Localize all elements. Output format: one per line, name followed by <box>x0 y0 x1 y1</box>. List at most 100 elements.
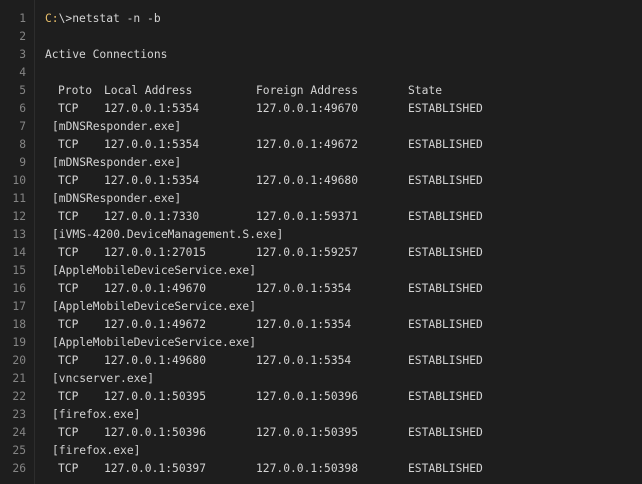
connection-row[interactable]: 8 TCP 127.0.0.1:5354 127.0.0.1:49672 ESTABLI… <box>0 136 642 154</box>
line-number: 26 <box>12 462 26 475</box>
code-line[interactable]: 3 Active Connections <box>0 46 642 64</box>
process-name: [firefox.exe] <box>52 408 141 421</box>
process-name: [vncserver.exe] <box>52 372 155 385</box>
line-number: 19 <box>12 336 26 349</box>
process-name: [mDNSResponder.exe] <box>52 120 182 133</box>
code-editor[interactable]: 1 C:\>netstat -n -b 2 3 Active Connections 4 5… <box>0 0 642 484</box>
connection-row[interactable]: 24 TCP 127.0.0.1:50396 127.0.0.1:50395 ESTAB… <box>0 424 642 442</box>
connection-row[interactable]: 26 TCP 127.0.0.1:50397 127.0.0.1:50398 ESTAB… <box>0 460 642 478</box>
process-row[interactable]: 13 [iVMS-4200.DeviceManagement.S.exe] <box>0 226 642 244</box>
column-header-local: Local Address <box>104 84 193 97</box>
column-header-state: State <box>408 84 443 97</box>
line-number: 15 <box>12 264 26 277</box>
process-row[interactable]: 11 [mDNSResponder.exe] <box>0 190 642 208</box>
line-number: 2 <box>19 30 26 43</box>
line-number: 12 <box>12 210 26 223</box>
line-number: 23 <box>12 408 26 421</box>
command-drive: C: <box>45 12 59 25</box>
connection-state: ESTABLISHED <box>408 210 483 223</box>
process-name: [mDNSResponder.exe] <box>52 192 182 205</box>
connection-local-address: 127.0.0.1:27015 <box>104 246 207 259</box>
connection-foreign-address: 127.0.0.1:49670 <box>256 102 359 115</box>
process-name: [AppleMobileDeviceService.exe] <box>52 300 257 313</box>
connection-state: ESTABLISHED <box>408 390 483 403</box>
line-number: 22 <box>12 390 26 403</box>
connection-proto: TCP <box>58 462 79 475</box>
command-rest: \>netstat -n -b <box>58 12 161 25</box>
code-line[interactable]: 5 Proto Local Address Foreign Address State <box>0 82 642 100</box>
connection-foreign-address: 127.0.0.1:5354 <box>256 354 352 367</box>
connection-proto: TCP <box>58 426 79 439</box>
connection-state: ESTABLISHED <box>408 318 483 331</box>
line-number: 10 <box>12 174 26 187</box>
connection-foreign-address: 127.0.0.1:5354 <box>256 282 352 295</box>
connection-local-address: 127.0.0.1:49672 <box>104 318 207 331</box>
line-number: 25 <box>12 444 26 457</box>
connection-foreign-address: 127.0.0.1:50396 <box>256 390 359 403</box>
connection-row[interactable]: 18 TCP 127.0.0.1:49672 127.0.0.1:5354 ESTABL… <box>0 316 642 334</box>
line-number: 3 <box>19 48 26 61</box>
process-row[interactable]: 17 [AppleMobileDeviceService.exe] <box>0 298 642 316</box>
connection-row[interactable]: 20 TCP 127.0.0.1:49680 127.0.0.1:5354 ESTABL… <box>0 352 642 370</box>
process-row[interactable]: 23 [firefox.exe] <box>0 406 642 424</box>
connection-proto: TCP <box>58 210 79 223</box>
connection-foreign-address: 127.0.0.1:49680 <box>256 174 359 187</box>
connection-foreign-address: 127.0.0.1:50398 <box>256 462 359 475</box>
connection-row[interactable]: 10 TCP 127.0.0.1:5354 127.0.0.1:49680 ESTABL… <box>0 172 642 190</box>
connection-state: ESTABLISHED <box>408 354 483 367</box>
connection-foreign-address: 127.0.0.1:59371 <box>256 210 359 223</box>
connection-local-address: 127.0.0.1:49680 <box>104 354 207 367</box>
connection-local-address: 127.0.0.1:50395 <box>104 390 207 403</box>
connection-proto: TCP <box>58 102 79 115</box>
connection-local-address: 127.0.0.1:5354 <box>104 102 200 115</box>
line-number: 14 <box>12 246 26 259</box>
connection-proto: TCP <box>58 354 79 367</box>
process-row[interactable]: 7 [mDNSResponder.exe] <box>0 118 642 136</box>
connection-local-address: 127.0.0.1:50397 <box>104 462 207 475</box>
connection-row[interactable]: 22 TCP 127.0.0.1:50395 127.0.0.1:50396 ESTAB… <box>0 388 642 406</box>
connection-proto: TCP <box>58 174 79 187</box>
line-number: 9 <box>19 156 26 169</box>
line-number: 20 <box>12 354 26 367</box>
connection-state: ESTABLISHED <box>408 426 483 439</box>
line-number: 1 <box>19 12 26 25</box>
connection-foreign-address: 127.0.0.1:49672 <box>256 138 359 151</box>
line-number: 4 <box>19 66 26 79</box>
process-row[interactable]: 21 [vncserver.exe] <box>0 370 642 388</box>
line-number: 13 <box>12 228 26 241</box>
connection-foreign-address: 127.0.0.1:50395 <box>256 426 359 439</box>
line-number: 7 <box>19 120 26 133</box>
connection-foreign-address: 127.0.0.1:5354 <box>256 318 352 331</box>
code-line[interactable]: 2 <box>0 28 642 46</box>
process-row[interactable]: 25 [firefox.exe] <box>0 442 642 460</box>
connection-row[interactable]: 12 TCP 127.0.0.1:7330 127.0.0.1:59371 ESTABL… <box>0 208 642 226</box>
connection-row[interactable]: 14 TCP 127.0.0.1:27015 127.0.0.1:59257 ESTAB… <box>0 244 642 262</box>
process-row[interactable]: 15 [AppleMobileDeviceService.exe] <box>0 262 642 280</box>
connection-state: ESTABLISHED <box>408 174 483 187</box>
process-name: [iVMS-4200.DeviceManagement.S.exe] <box>52 228 284 241</box>
line-number: 16 <box>12 282 26 295</box>
connection-row[interactable]: 6 TCP 127.0.0.1:5354 127.0.0.1:49670 ESTABLI… <box>0 100 642 118</box>
connection-state: ESTABLISHED <box>408 246 483 259</box>
process-row[interactable]: 19 [AppleMobileDeviceService.exe] <box>0 334 642 352</box>
code-line[interactable]: 1 C:\>netstat -n -b <box>0 10 642 28</box>
column-header-proto: Proto <box>58 84 93 97</box>
connection-proto: TCP <box>58 318 79 331</box>
line-number: 24 <box>12 426 26 439</box>
code-line[interactable]: 4 <box>0 64 642 82</box>
connection-state: ESTABLISHED <box>408 102 483 115</box>
connection-local-address: 127.0.0.1:5354 <box>104 138 200 151</box>
process-name: [AppleMobileDeviceService.exe] <box>52 336 257 349</box>
line-number: 18 <box>12 318 26 331</box>
connection-state: ESTABLISHED <box>408 282 483 295</box>
connection-state: ESTABLISHED <box>408 138 483 151</box>
command-text: C:\>netstat -n -b <box>45 10 161 28</box>
connection-local-address: 127.0.0.1:7330 <box>104 210 200 223</box>
connection-proto: TCP <box>58 390 79 403</box>
connection-row[interactable]: 16 TCP 127.0.0.1:49670 127.0.0.1:5354 ESTABL… <box>0 280 642 298</box>
connection-proto: TCP <box>58 138 79 151</box>
section-heading: Active Connections <box>45 48 168 61</box>
connection-local-address: 127.0.0.1:5354 <box>104 174 200 187</box>
line-number: 11 <box>12 192 26 205</box>
process-row[interactable]: 9 [mDNSResponder.exe] <box>0 154 642 172</box>
